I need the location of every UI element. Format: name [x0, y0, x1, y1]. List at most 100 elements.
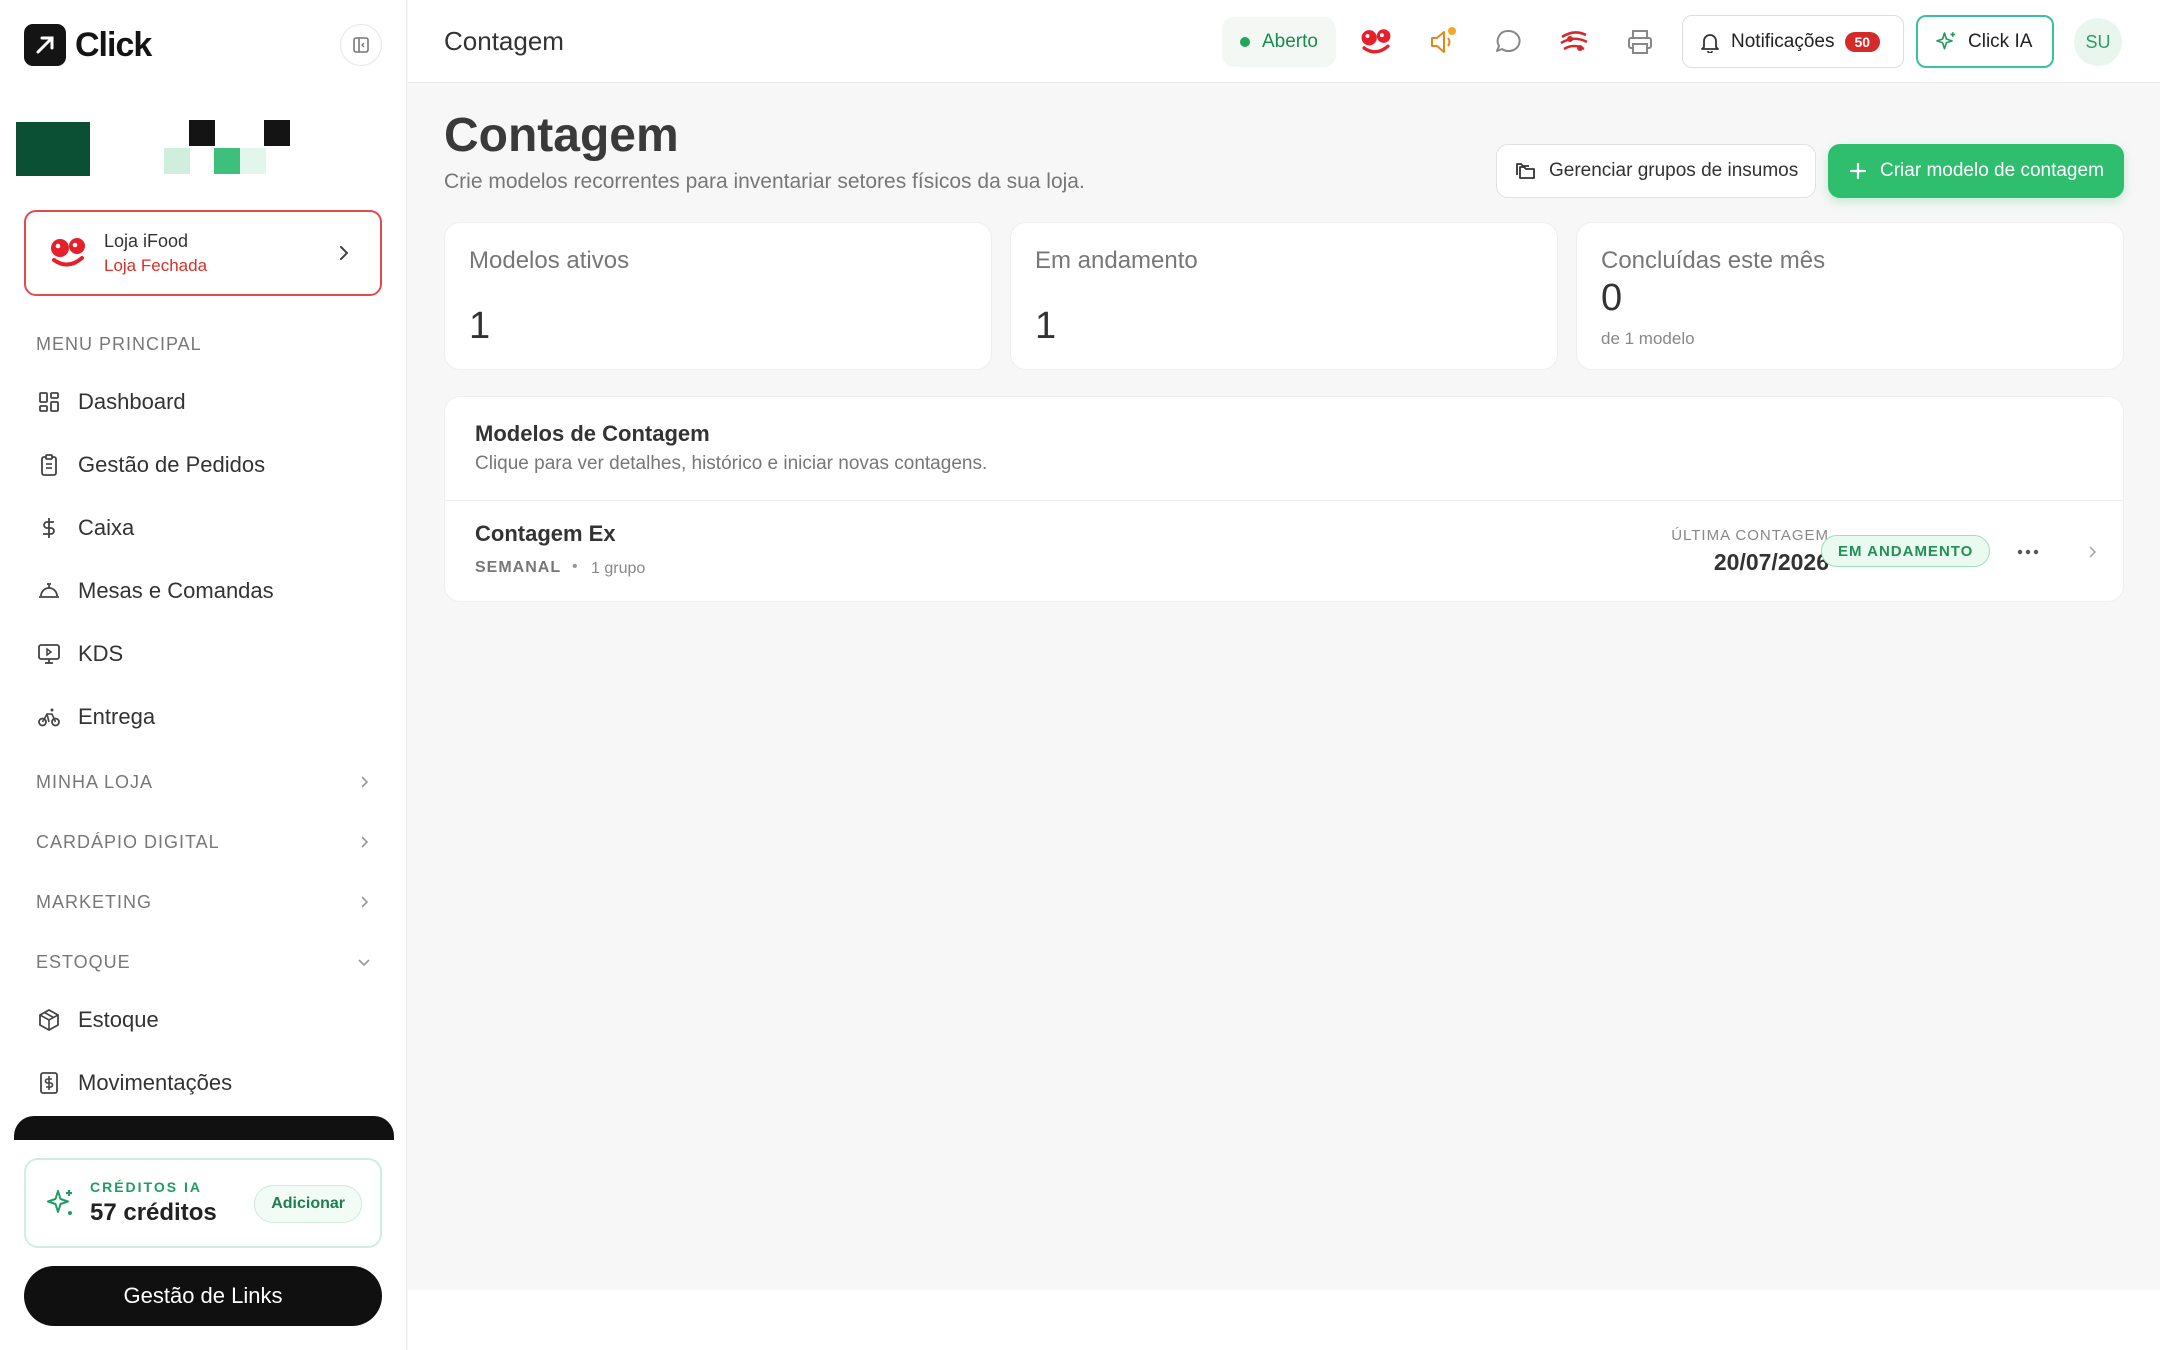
sidebar-item-cashier[interactable]: Caixa — [36, 510, 134, 546]
create-count-model-label: Criar modelo de contagem — [1880, 160, 2104, 181]
manage-supply-groups-label: Gerenciar grupos de insumos — [1549, 160, 1799, 181]
sidebar-item-delivery[interactable]: Entrega — [36, 699, 155, 735]
panel-title: Modelos de Contagem — [475, 421, 710, 446]
section-title: MINHA LOJA — [36, 771, 154, 792]
app-logo[interactable]: Click — [24, 24, 152, 66]
hidden-nav-overflow — [14, 1116, 394, 1140]
sidebar-item-orders[interactable]: Gestão de Pedidos — [36, 447, 265, 483]
chevron-right-icon — [361, 776, 369, 788]
chevron-right-icon — [361, 836, 369, 848]
count-models-panel: Modelos de Contagem Clique para ver deta… — [444, 396, 2124, 602]
sidebar-item-label: Mesas e Comandas — [78, 578, 274, 603]
links-management-button[interactable]: Gestão de Links — [24, 1266, 382, 1326]
monitor-play-icon — [36, 641, 62, 667]
sidebar-toggle-icon — [353, 37, 369, 53]
stat-card-completed-month: Concluídas este mês 0 de 1 modelo — [1576, 222, 2124, 370]
dashboard-icon — [36, 389, 62, 415]
sidebar-item-label: Caixa — [78, 515, 135, 540]
manage-supply-groups-button[interactable]: Gerenciar grupos de insumos — [1496, 144, 1816, 198]
chevron-right-icon[interactable] — [2079, 539, 2105, 565]
click-ia-button[interactable]: Click IA — [1916, 15, 2054, 68]
sidebar-item-kds[interactable]: KDS — [36, 636, 123, 672]
topbar-title: Contagem — [444, 26, 564, 56]
model-name: Contagem Ex — [475, 521, 616, 546]
notifications-label: Notificações — [1731, 30, 1835, 52]
sidebar-item-movements[interactable]: Movimentações — [36, 1065, 232, 1101]
status-label: Aberto — [1262, 31, 1318, 52]
sidebar-item-label: Entrega — [78, 704, 156, 729]
stat-value: 0 — [1601, 277, 1623, 319]
sidebar-item-label: Estoque — [78, 1007, 159, 1032]
credits-label: CRÉDITOS IA — [90, 1179, 202, 1195]
page-subtitle: Crie modelos recorrentes para inventaria… — [444, 170, 1085, 193]
sidebar-item-label: Gestão de Pedidos — [78, 452, 266, 477]
store-status: Loja Fechada — [104, 255, 208, 275]
section-stock[interactable]: ESTOQUE — [36, 948, 372, 976]
collapse-sidebar-button[interactable] — [340, 24, 382, 66]
store-name: Loja iFood — [104, 230, 189, 251]
logo-arrow-icon — [24, 24, 66, 66]
user-avatar[interactable]: SU — [2074, 18, 2122, 66]
chevron-right-icon — [361, 896, 369, 908]
chevron-down-icon — [358, 959, 370, 967]
logo-text: Click — [75, 25, 152, 64]
section-digital-menu[interactable]: CARDÁPIO DIGITAL — [36, 828, 372, 856]
sidebar: Click Loja iFood Loja Fechada MENU PRINC… — [0, 0, 407, 1350]
section-title: CARDÁPIO DIGITAL — [36, 831, 220, 852]
stat-label: Modelos ativos — [469, 247, 630, 274]
chat-icon[interactable] — [1488, 22, 1528, 62]
stat-card-in-progress: Em andamento 1 — [1010, 222, 1558, 370]
stat-value: 1 — [469, 305, 491, 347]
sidebar-item-label: Movimentações — [78, 1070, 233, 1095]
model-groups: 1 grupo — [591, 560, 646, 577]
ai-credits-card: CRÉDITOS IA 57 créditos Adicionar — [24, 1158, 382, 1248]
stat-label: Concluídas este mês — [1601, 247, 1826, 274]
bike-icon — [36, 704, 62, 730]
last-count-label: ÚLTIMA CONTAGEM — [1671, 527, 1829, 544]
create-count-model-button[interactable]: Criar modelo de contagem — [1828, 144, 2124, 198]
page-title: Contagem — [444, 109, 679, 162]
last-count-date: 20/07/2026 — [1713, 549, 1829, 575]
credits-value: 57 créditos — [90, 1199, 217, 1226]
section-my-store[interactable]: MINHA LOJA — [36, 768, 372, 796]
sidebar-item-label: KDS — [78, 641, 124, 666]
plus-icon — [1849, 162, 1867, 180]
sparkles-icon — [1936, 31, 1955, 50]
ifood-icon[interactable] — [1356, 22, 1396, 62]
stat-value: 1 — [1035, 305, 1057, 347]
section-title: MARKETING — [36, 891, 153, 912]
status-badge: EM ANDAMENTO — [1821, 535, 1991, 567]
sidebar-item-stock[interactable]: Estoque — [36, 1002, 159, 1038]
stat-subtext: de 1 modelo — [1601, 329, 1695, 348]
status-dot — [1240, 37, 1250, 47]
main-menu-label: MENU PRINCIPAL — [36, 334, 202, 354]
delivery-app-icon[interactable] — [1554, 22, 1594, 62]
sidebar-item-dashboard[interactable]: Dashboard — [36, 384, 186, 420]
receipt-dollar-icon — [36, 1070, 62, 1096]
model-frequency: SEMANAL — [475, 559, 562, 576]
volume-muted-icon[interactable] — [1422, 22, 1462, 62]
count-model-row[interactable]: Contagem Ex SEMANAL • 1 grupo ÚLTIMA CON… — [445, 501, 2123, 603]
section-marketing[interactable]: MARKETING — [36, 888, 372, 916]
stat-label: Em andamento — [1035, 247, 1198, 274]
bottom-area — [408, 1290, 2160, 1350]
folders-icon — [1516, 163, 1535, 179]
panel-description: Clique para ver detalhes, histórico e in… — [475, 453, 988, 474]
click-ia-label: Click IA — [1968, 30, 2033, 52]
top-bar: Contagem Aberto Notificações 50 Click IA… — [408, 0, 2160, 83]
sidebar-item-tables[interactable]: Mesas e Comandas — [36, 573, 274, 609]
notifications-button[interactable]: Notificações 50 — [1682, 15, 1904, 68]
notifications-count-badge: 50 — [1844, 31, 1881, 52]
more-options-icon[interactable] — [2013, 537, 2043, 567]
printer-icon[interactable] — [1620, 22, 1660, 62]
store-selector-card[interactable]: Loja iFood Loja Fechada — [24, 210, 382, 296]
add-credits-button[interactable]: Adicionar — [254, 1185, 362, 1223]
store-open-status[interactable]: Aberto — [1222, 17, 1336, 67]
section-title: ESTOQUE — [36, 951, 131, 972]
bell-icon — [1701, 33, 1719, 53]
ifood-icon — [51, 238, 85, 267]
sidebar-item-label: Dashboard — [78, 389, 186, 414]
sparkles-icon — [47, 1190, 72, 1215]
box-icon — [36, 1007, 62, 1033]
dollar-icon — [36, 515, 62, 541]
